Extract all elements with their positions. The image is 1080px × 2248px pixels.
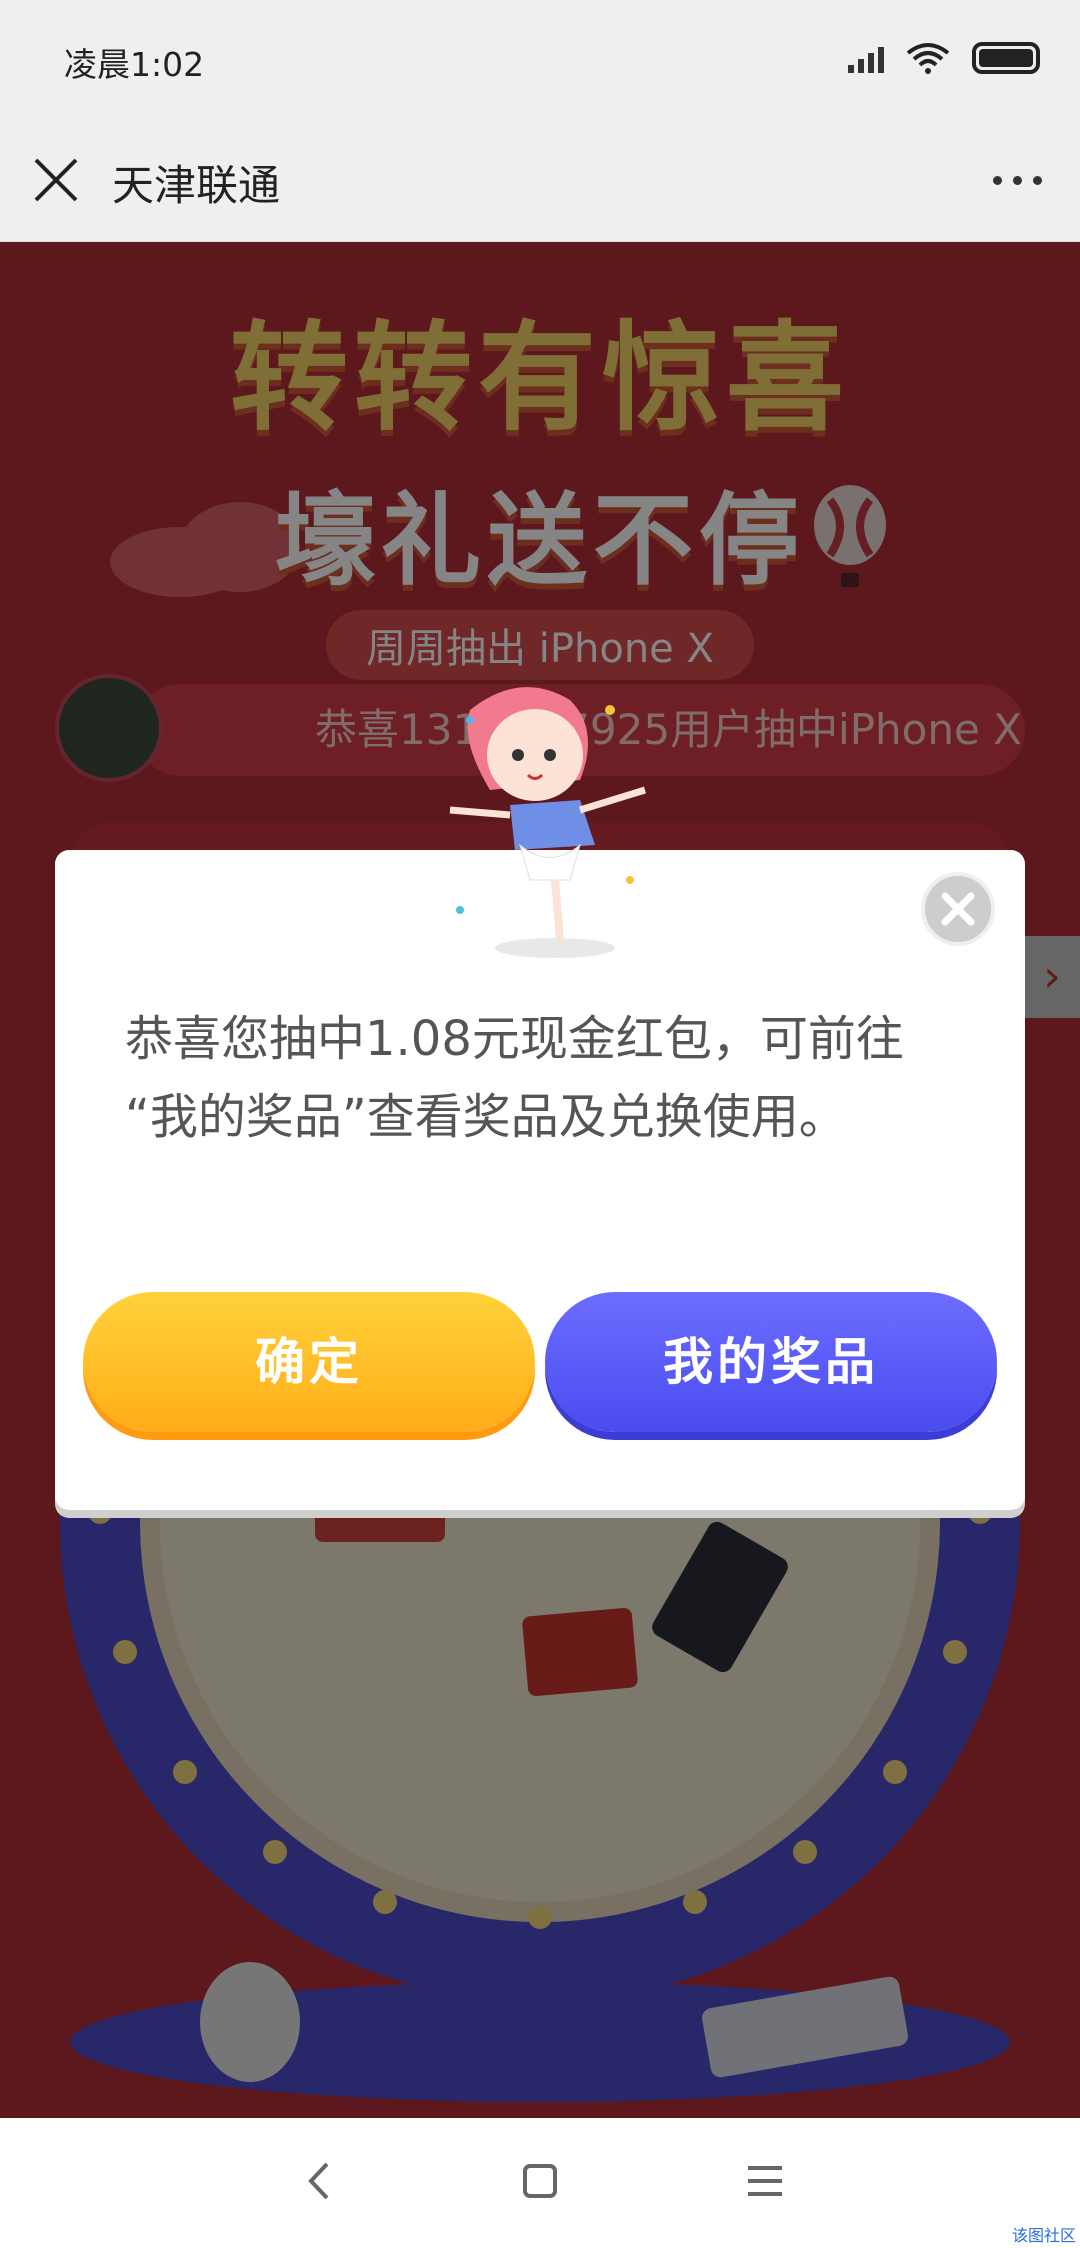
nav-bar: 天津联通: [0, 118, 1080, 242]
system-nav-bar: 该图社区: [0, 2118, 1080, 2248]
more-menu-button[interactable]: [982, 150, 1052, 210]
dialog-close-button[interactable]: [921, 872, 995, 946]
back-icon[interactable]: [285, 2146, 355, 2216]
dialog-message: 恭喜您抽中1.08元现金红包，可前往 “我的奖品”查看奖品及兑换使用。: [125, 1011, 904, 1145]
menu-icon[interactable]: [730, 2146, 800, 2216]
home-icon[interactable]: [505, 2146, 575, 2216]
mascot-illustration: [449, 687, 647, 958]
signal-icon: [848, 43, 884, 73]
status-time: 凌晨1:02: [64, 45, 205, 84]
my-prizes-button[interactable]: 我的奖品: [545, 1292, 997, 1432]
page-title: 天津联通: [112, 161, 281, 210]
close-icon[interactable]: [30, 150, 82, 210]
watermark: 该图社区: [1011, 2226, 1076, 2245]
close-icon: [941, 892, 975, 926]
wifi-icon: [906, 43, 950, 74]
status-bar: 凌晨1:02: [0, 0, 1080, 118]
battery-icon: [972, 42, 1040, 74]
confirm-button[interactable]: 确定: [83, 1292, 535, 1432]
status-icons: [848, 40, 1040, 76]
